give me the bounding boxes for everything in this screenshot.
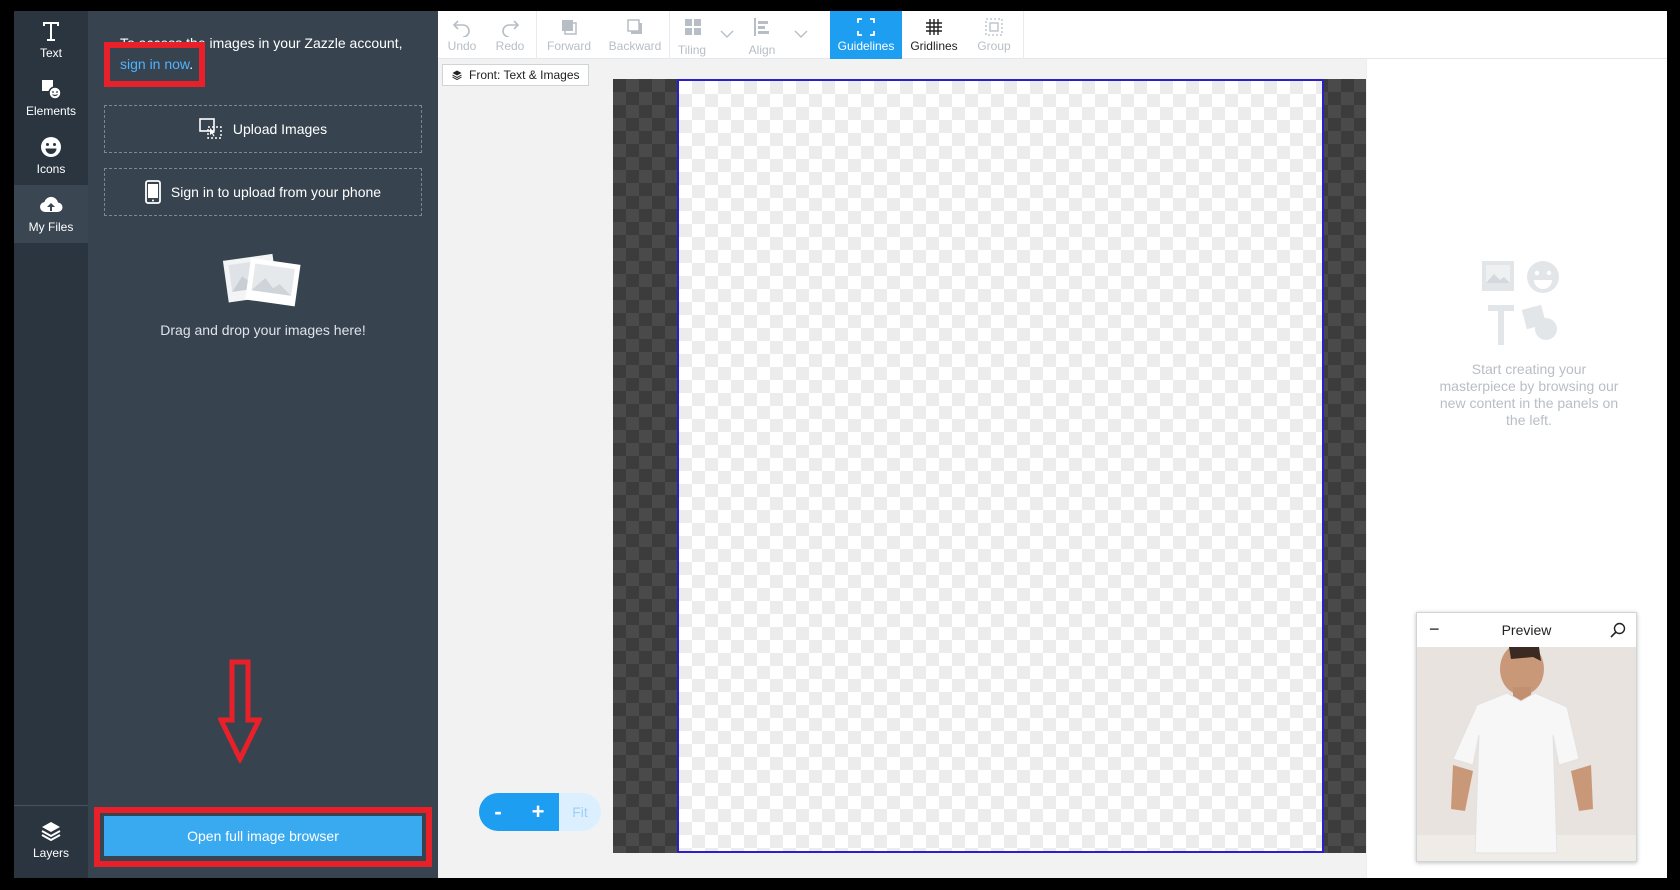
minimize-preview-button[interactable]: −	[1429, 619, 1440, 640]
tiling-icon	[685, 19, 701, 35]
gridlines-icon	[926, 19, 942, 35]
sidebar-item-my-files[interactable]: My Files	[14, 185, 88, 243]
guidelines-button[interactable]: Guidelines	[830, 11, 902, 59]
group-label: Group	[977, 39, 1011, 53]
toolbar-separator	[1023, 11, 1024, 59]
layer-indicator[interactable]: Front: Text & Images	[442, 64, 589, 86]
backward-label: Backward	[608, 39, 662, 53]
undo-button[interactable]: Undo	[438, 11, 486, 59]
forward-label: Forward	[546, 39, 591, 53]
sidebar-divider	[14, 805, 88, 806]
send-backward-icon	[627, 19, 642, 34]
preview-title: Preview	[1501, 622, 1552, 638]
upload-image-icon	[199, 118, 222, 139]
elements-icon	[42, 80, 62, 100]
upload-images-button[interactable]: Upload Images	[104, 105, 422, 153]
undo-icon	[452, 20, 470, 37]
upload-from-phone-label: Sign in to upload from your phone	[170, 184, 382, 200]
group-icon	[985, 18, 1003, 36]
upload-from-phone-button[interactable]: Sign in to upload from your phone	[104, 168, 422, 216]
group-button[interactable]: Group	[966, 11, 1022, 59]
gridlines-label: Gridlines	[910, 39, 958, 53]
editor-toolbar: Undo Redo Forward Backward Tiling Align	[438, 11, 1667, 59]
preview-header: − Preview	[1417, 613, 1636, 647]
access-message: To access the images in your Zazzle acco…	[120, 33, 420, 75]
photos-icon	[222, 253, 301, 307]
smiley-icon	[41, 137, 61, 157]
send-backward-button[interactable]: Backward	[601, 11, 669, 59]
my-files-panel: To access the images in your Zazzle acco…	[88, 11, 438, 878]
screenshot-frame: Text Elements Icons My Files Layers To a…	[0, 0, 1680, 890]
redo-button[interactable]: Redo	[486, 11, 534, 59]
product-preview-image[interactable]	[1417, 647, 1636, 861]
upload-images-label: Upload Images	[232, 121, 328, 137]
cloud-upload-icon	[40, 196, 63, 213]
redo-label: Redo	[495, 39, 525, 53]
empty-state-text: Start creating your masterpiece by brows…	[1439, 361, 1619, 428]
zoom-out-button[interactable]: -	[479, 793, 517, 831]
sidebar-item-label: Elements	[25, 104, 77, 118]
sidebar-item-text[interactable]: Text	[14, 11, 88, 69]
chevron-down-icon	[720, 30, 734, 38]
sign-in-link[interactable]: sign in now	[120, 56, 189, 72]
open-full-image-browser-button[interactable]: Open full image browser	[104, 816, 422, 856]
phone-icon	[145, 180, 161, 204]
sidebar-item-label: Text	[39, 46, 62, 60]
design-canvas[interactable]	[677, 79, 1324, 853]
bring-forward-icon	[562, 20, 577, 35]
empty-state-illustration	[1482, 261, 1559, 345]
access-text: To access the images in your Zazzle acco…	[120, 35, 403, 51]
bring-forward-button[interactable]: Forward	[537, 11, 601, 59]
design-tool-window: Text Elements Icons My Files Layers To a…	[14, 11, 1667, 878]
align-icon	[754, 18, 769, 36]
tiling-label: Tiling	[677, 43, 707, 57]
undo-label: Undo	[447, 39, 477, 53]
text-icon	[43, 22, 59, 41]
zoom-in-button[interactable]: +	[517, 793, 559, 831]
layer-tag-label: Front: Text & Images	[469, 68, 580, 82]
layers-icon	[452, 70, 462, 81]
tshirt-model-image	[1417, 647, 1636, 861]
chevron-down-icon	[794, 30, 808, 38]
guidelines-label: Guidelines	[837, 39, 895, 53]
sidebar-item-label: Icons	[36, 162, 66, 176]
sidebar-item-elements[interactable]: Elements	[14, 69, 88, 127]
gridlines-button[interactable]: Gridlines	[902, 11, 966, 59]
guidelines-icon	[857, 18, 875, 36]
annotation-arrow	[218, 659, 262, 763]
dropzone-text: Drag and drop your images here!	[160, 322, 366, 338]
zoom-control: - + Fit	[479, 793, 601, 831]
layers-icon	[41, 822, 61, 842]
align-label: Align	[748, 43, 776, 57]
zoom-fit-button[interactable]: Fit	[559, 793, 601, 831]
tool-sidebar: Text Elements Icons My Files Layers	[14, 11, 88, 878]
tiling-button[interactable]: Tiling	[670, 11, 742, 59]
sign-in-suffix: .	[189, 56, 194, 72]
sidebar-item-icons[interactable]: Icons	[14, 127, 88, 185]
sidebar-item-layers[interactable]: Layers	[14, 811, 88, 869]
preview-window: − Preview	[1416, 612, 1637, 862]
panel-border	[1366, 59, 1367, 878]
search-icon[interactable]	[1610, 622, 1626, 638]
redo-icon	[502, 20, 520, 37]
align-button[interactable]: Align	[742, 11, 814, 59]
sidebar-item-label: Layers	[32, 846, 70, 860]
sidebar-item-label: My Files	[28, 220, 74, 234]
